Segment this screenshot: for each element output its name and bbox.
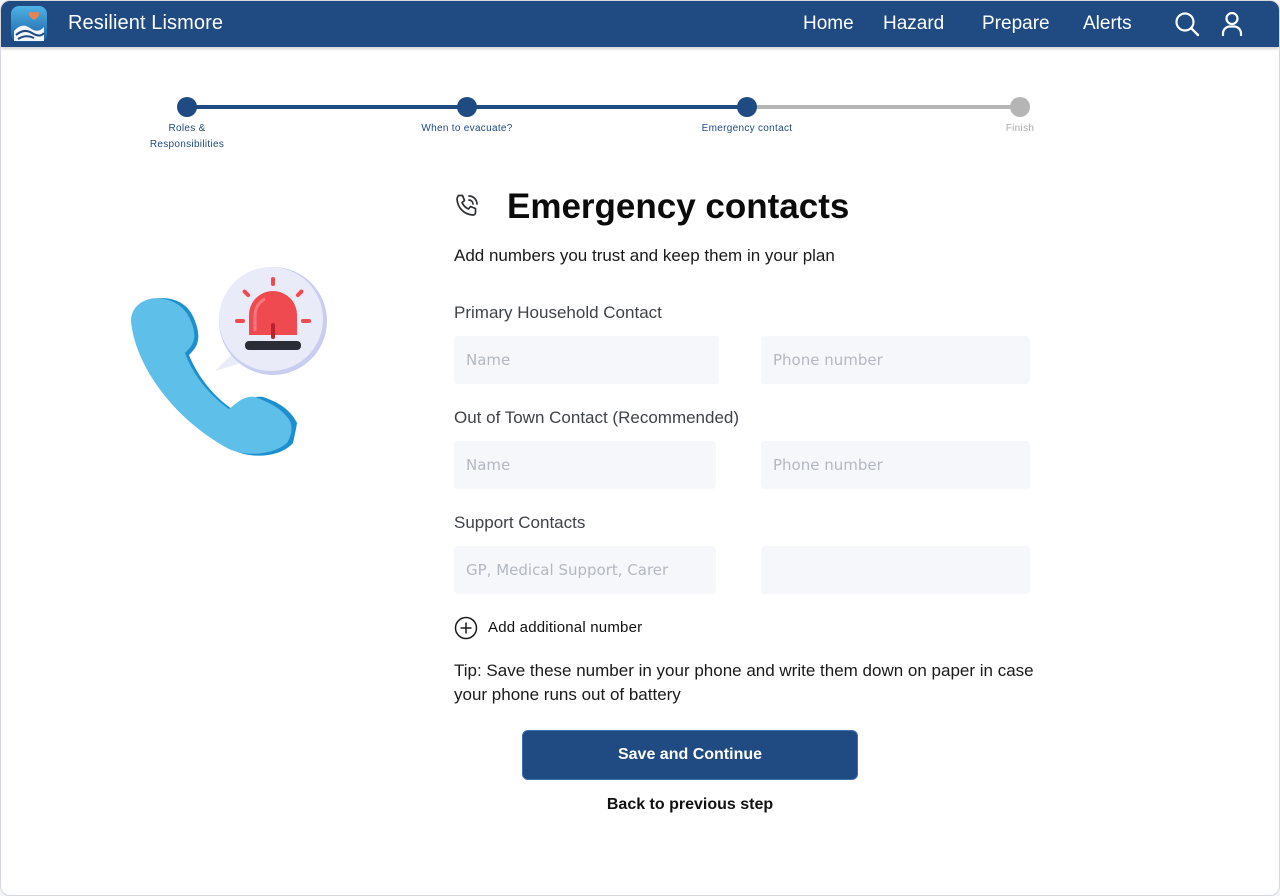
step-label-roles: Roles & Responsibilities bbox=[149, 123, 225, 150]
step-dot-emergency-contact[interactable] bbox=[737, 97, 757, 117]
plus-circle-icon bbox=[454, 616, 478, 640]
primary-name-field[interactable] bbox=[454, 336, 719, 384]
progress-stepper: Roles & Responsibilities When to evacuat… bbox=[1, 1, 1279, 161]
app-window: Resilient Lismore Home Hazard Prepare Al… bbox=[0, 0, 1280, 896]
stepper-line-upcoming bbox=[747, 105, 1020, 109]
out-of-town-name-field[interactable] bbox=[454, 441, 716, 489]
stepper-line-complete bbox=[467, 105, 747, 109]
step-label-finish: Finish bbox=[1005, 123, 1035, 134]
support-contacts-label: Support Contacts bbox=[454, 513, 586, 532]
out-of-town-contact-label: Out of Town Contact (Recommended) bbox=[454, 408, 740, 427]
back-link[interactable]: Back to previous step bbox=[522, 796, 858, 814]
phone-alarm-illustration bbox=[131, 267, 327, 456]
save-continue-button[interactable]: Save and Continue bbox=[522, 730, 858, 780]
phone-call-icon bbox=[456, 194, 478, 216]
support-name-field[interactable] bbox=[454, 546, 716, 594]
stepper-line-complete bbox=[187, 105, 467, 109]
primary-contact-label: Primary Household Contact bbox=[454, 303, 662, 322]
step-dot-evacuate[interactable] bbox=[457, 97, 477, 117]
add-number-label: Add additional number bbox=[488, 619, 643, 636]
step-label-evacuate: When to evacuate? bbox=[421, 123, 513, 134]
support-phone-field[interactable] bbox=[761, 546, 1030, 594]
tip-text: Tip: Save these number in your phone and… bbox=[454, 661, 1034, 704]
page-title: Emergency contacts bbox=[507, 187, 850, 226]
step-dot-finish[interactable] bbox=[1010, 97, 1030, 117]
out-of-town-phone-field[interactable] bbox=[761, 441, 1030, 489]
page-subtitle: Add numbers you trust and keep them in y… bbox=[454, 246, 835, 265]
step-label-emergency-contact: Emergency contact bbox=[701, 123, 793, 134]
step-dot-roles[interactable] bbox=[177, 97, 197, 117]
primary-phone-field[interactable] bbox=[761, 336, 1030, 384]
